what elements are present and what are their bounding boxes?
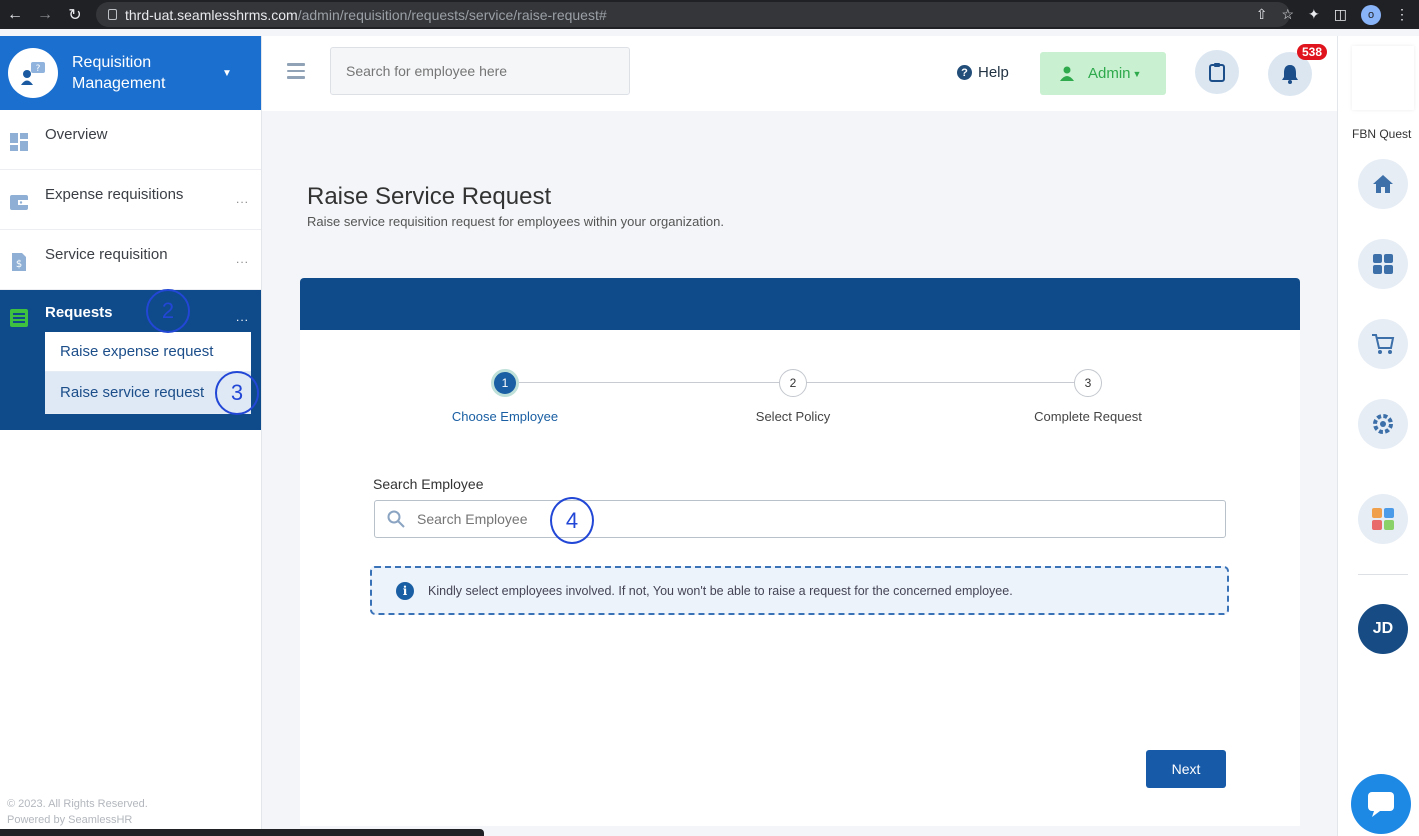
browser-chrome: ← → ↻ thrd-uat.seamlesshrms.com/admin/re…	[0, 0, 1419, 29]
apps-icon	[1372, 508, 1394, 530]
submenu-raise-expense-request[interactable]: Raise expense request	[45, 332, 251, 372]
card-header	[300, 278, 1300, 330]
info-icon: i	[396, 581, 414, 600]
lock-icon	[108, 9, 117, 20]
step-choose-employee: 1 Choose Employee	[405, 369, 605, 424]
sidepanel-icon[interactable]: ◫	[1334, 6, 1347, 23]
admin-label: Admin	[1088, 65, 1131, 82]
menu-toggle-icon[interactable]	[287, 63, 305, 83]
caret-down-icon: ▼	[222, 67, 232, 79]
url-path: /admin/requisition/requests/service/rais…	[297, 6, 607, 23]
svg-text:?: ?	[36, 64, 41, 74]
top-header: ? Help Admin▼ 538	[262, 36, 1337, 111]
user-icon	[1060, 66, 1074, 81]
step-label: Choose Employee	[451, 409, 559, 424]
more-options-icon[interactable]: ...	[236, 192, 249, 206]
clipboard-button[interactable]	[1195, 50, 1239, 94]
requisition-logo-icon: ?	[8, 48, 58, 98]
step-select-policy: 2 Select Policy	[693, 369, 893, 424]
employee-search-field[interactable]	[374, 500, 1226, 538]
bookmark-star-icon[interactable]: ☆	[1281, 6, 1294, 23]
right-rail: FBN Quest JD	[1337, 36, 1419, 836]
module-switcher[interactable]: ? Requisition Management ▼	[0, 36, 261, 110]
more-options-icon[interactable]: ...	[236, 252, 249, 266]
sidebar-item-label: Requests	[45, 304, 113, 321]
organization-name: FBN Quest	[1352, 127, 1412, 141]
annotation-marker: 3	[215, 371, 259, 415]
forward-icon[interactable]: →	[30, 6, 60, 24]
svg-text:$: $	[16, 259, 22, 270]
settings-icon	[1373, 414, 1393, 434]
grid-icon	[1373, 254, 1393, 274]
step-number: 1	[491, 369, 519, 397]
url-domain: thrd-uat.seamlesshrms.com	[125, 6, 298, 23]
company-logo-box	[1352, 46, 1414, 110]
caret-down-icon: ▼	[1132, 68, 1142, 79]
sidebar-item-overview[interactable]: Overview	[0, 110, 261, 170]
info-message: Kindly select employees involved. If not…	[428, 583, 1013, 598]
wallet-icon	[10, 195, 28, 210]
sidebar-footer: © 2023. All Rights Reserved. Powered by …	[7, 796, 148, 828]
rail-divider	[1358, 574, 1408, 575]
help-link[interactable]: ? Help	[957, 64, 1009, 81]
step-label: Select Policy	[755, 409, 831, 424]
question-circle-icon: ?	[957, 65, 972, 80]
next-button[interactable]: Next	[1146, 750, 1226, 788]
sidebar-item-label: Service requisition	[45, 246, 168, 263]
employee-search-input[interactable]	[330, 47, 630, 95]
search-icon	[387, 510, 405, 528]
search-employee-label: Search Employee	[373, 476, 484, 492]
list-icon	[10, 309, 28, 327]
admin-dropdown[interactable]: Admin ▼	[1040, 52, 1166, 95]
chat-support-button[interactable]	[1351, 774, 1411, 834]
home-icon	[1373, 175, 1393, 193]
sidebar-item-expense-requisitions[interactable]: Expense requisitions ...	[0, 170, 261, 230]
notifications-button[interactable]: 538	[1268, 44, 1328, 96]
dollar-document-icon: $	[12, 253, 26, 271]
share-icon[interactable]: ⇧	[1256, 6, 1268, 23]
home-button[interactable]	[1358, 159, 1408, 209]
sidebar-item-label: Overview	[45, 126, 108, 143]
page-title: Raise Service Request	[307, 183, 552, 210]
step-number: 3	[1074, 369, 1102, 397]
module-title: Requisition Management	[72, 54, 166, 92]
bell-icon	[1282, 65, 1298, 84]
extensions-icon[interactable]: ✦	[1308, 6, 1320, 23]
reload-icon[interactable]: ↻	[60, 5, 90, 25]
browser-status-bar	[0, 829, 484, 836]
request-card: 1 Choose Employee 2 Select Policy 3 Comp…	[300, 278, 1300, 826]
sidebar-item-service-requisition[interactable]: $ Service requisition ...	[0, 230, 261, 290]
step-label: Complete Request	[1034, 409, 1142, 424]
powered-by-text: Powered by SeamlessHR	[7, 814, 133, 826]
search-employee-input[interactable]	[417, 511, 1117, 527]
page-subtitle: Raise service requisition request for em…	[307, 214, 724, 229]
dashboard-button[interactable]	[1358, 239, 1408, 289]
sidebar: ? Requisition Management ▼ Overview Expe…	[0, 36, 262, 836]
user-avatar[interactable]: JD	[1358, 604, 1408, 654]
info-alert: i Kindly select employees involved. If n…	[370, 566, 1229, 615]
step-number: 2	[779, 369, 807, 397]
chat-icon	[1368, 792, 1394, 817]
settings-button[interactable]	[1358, 399, 1408, 449]
apps-button[interactable]	[1358, 494, 1408, 544]
cart-button[interactable]	[1358, 319, 1408, 369]
clipboard-icon	[1209, 63, 1225, 82]
help-label: Help	[978, 64, 1009, 81]
step-complete-request: 3 Complete Request	[988, 369, 1188, 424]
profile-avatar[interactable]: o	[1361, 4, 1381, 25]
browser-menu-icon[interactable]: ⋮	[1395, 6, 1409, 23]
annotation-marker: 4	[550, 497, 594, 544]
notification-count-badge: 538	[1297, 44, 1328, 60]
dashboard-icon	[10, 133, 28, 151]
annotation-marker: 2	[146, 289, 190, 333]
cart-icon	[1372, 334, 1395, 354]
copyright-text: © 2023. All Rights Reserved.	[7, 798, 148, 810]
address-bar[interactable]: thrd-uat.seamlesshrms.com/admin/requisit…	[96, 2, 1290, 27]
more-options-icon[interactable]: ...	[236, 310, 249, 324]
back-icon[interactable]: ←	[0, 6, 30, 24]
sidebar-item-label: Expense requisitions	[45, 186, 184, 203]
